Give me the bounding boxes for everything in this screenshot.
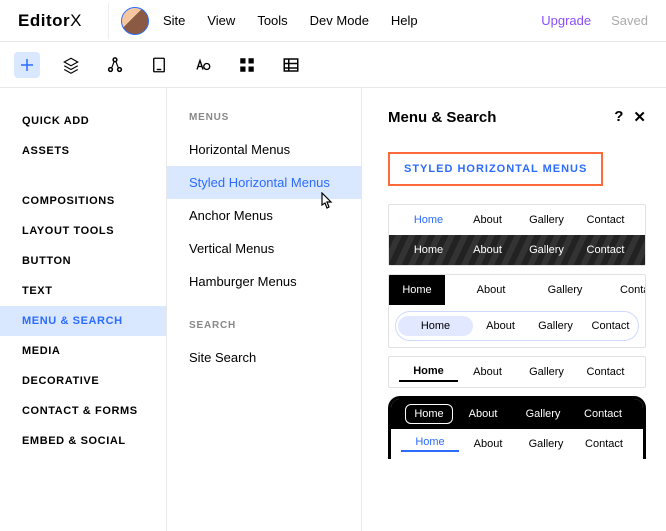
preview-title: Menu & Search [388,109,496,126]
sub-panel: MENUS Horizontal Menus Styled Horizontal… [167,88,362,531]
sidebar-item-layout-tools[interactable]: LAYOUT TOOLS [0,216,166,246]
menu-dev-mode[interactable]: Dev Mode [310,13,369,28]
page-icon[interactable] [146,52,172,78]
sub-item-label: Styled Horizontal Menus [189,175,330,190]
menu-link: Gallery [517,363,576,381]
main: QUICK ADD ASSETS COMPOSITIONS LAYOUT TOO… [0,88,666,531]
share-icon[interactable] [102,52,128,78]
menu-link: Home [399,214,458,226]
menu-link: Gallery [517,214,576,226]
top-bar: EditorX Site View Tools Dev Mode Help Up… [0,0,666,42]
menu-preview-3[interactable]: Home About Gallery Contact [388,356,646,388]
text-style-icon[interactable] [190,52,216,78]
menu-link: Gallery [517,438,575,450]
menu-link: Gallery [517,244,576,256]
menu-link: Gallery [537,284,593,296]
menu-link: Contact [576,363,635,381]
menu-link: Home [401,436,459,452]
saved-status: Saved [611,13,648,28]
menu-link: Home [399,244,458,256]
sub-heading-search: SEARCH [167,314,361,341]
menu-link: About [463,284,519,296]
sub-item-styled-horizontal-menus[interactable]: Styled Horizontal Menus [167,166,361,199]
menu-help[interactable]: Help [391,13,418,28]
upgrade-link[interactable]: Upgrade [541,13,591,28]
close-icon[interactable]: ✕ [633,108,646,126]
menu-link: Contact [576,244,635,256]
menu-link: About [453,408,513,420]
sidebar-item-text[interactable]: TEXT [0,276,166,306]
sub-item-vertical-menus[interactable]: Vertical Menus [167,232,361,265]
menu-tools[interactable]: Tools [257,13,287,28]
sidebar-item-media[interactable]: MEDIA [0,336,166,366]
sidebar-item-button[interactable]: BUTTON [0,246,166,276]
sub-item-anchor-menus[interactable]: Anchor Menus [167,199,361,232]
menu-link: Contact [576,214,635,226]
logo-thin: X [70,11,82,30]
table-icon[interactable] [278,52,304,78]
menu-link: Contact [575,438,633,450]
menu-preview-2[interactable]: Home About Gallery Contact Home About Ga… [388,274,646,348]
menu-link: About [459,438,517,450]
sub-item-site-search[interactable]: Site Search [167,341,361,374]
sidebar-item-compositions[interactable]: COMPOSITIONS [0,186,166,216]
menu-link: About [473,320,528,332]
sidebar: QUICK ADD ASSETS COMPOSITIONS LAYOUT TOO… [0,88,167,531]
menu-link: Contact [583,320,638,332]
menu-link: Gallery [528,320,583,332]
menu-link: Home [405,404,453,424]
help-icon[interactable]: ? [614,108,623,126]
menu-link: Home [389,275,445,305]
menu-preview-1[interactable]: Home About Gallery Contact Home About Ga… [388,204,646,266]
menu-link: Gallery [513,408,573,420]
separator [108,3,109,39]
menu-site[interactable]: Site [163,13,185,28]
menu-link: Contact [611,284,646,296]
sidebar-item-assets[interactable]: ASSETS [0,136,166,166]
sidebar-item-contact-forms[interactable]: CONTACT & FORMS [0,396,166,426]
sidebar-item-menu-search[interactable]: MENU & SEARCH [0,306,166,336]
menu-link: Home [399,362,458,382]
menu-link: About [458,244,517,256]
grid-icon[interactable] [234,52,260,78]
menu-link: About [458,214,517,226]
tool-row [0,42,666,88]
add-icon[interactable] [14,52,40,78]
menu-link: Contact [573,408,633,420]
menu-preview-4[interactable]: Home About Gallery Contact Home About Ga… [388,396,646,459]
menu-link: About [458,363,517,381]
sub-item-hamburger-menus[interactable]: Hamburger Menus [167,265,361,298]
logo: EditorX [18,11,82,31]
logo-main: Editor [18,11,70,30]
sub-heading-menus: MENUS [167,106,361,133]
avatar[interactable] [121,7,149,35]
menu-link: Home [398,316,473,336]
sidebar-item-decorative[interactable]: DECORATIVE [0,366,166,396]
section-label: STYLED HORIZONTAL MENUS [388,152,603,186]
sidebar-item-quick-add[interactable]: QUICK ADD [0,106,166,136]
top-menu: Site View Tools Dev Mode Help [163,13,418,28]
sidebar-item-embed-social[interactable]: EMBED & SOCIAL [0,426,166,456]
menu-view[interactable]: View [207,13,235,28]
preview-header: Menu & Search ? ✕ [388,108,646,126]
layers-icon[interactable] [58,52,84,78]
sub-item-horizontal-menus[interactable]: Horizontal Menus [167,133,361,166]
preview-panel: Menu & Search ? ✕ STYLED HORIZONTAL MENU… [362,88,666,531]
